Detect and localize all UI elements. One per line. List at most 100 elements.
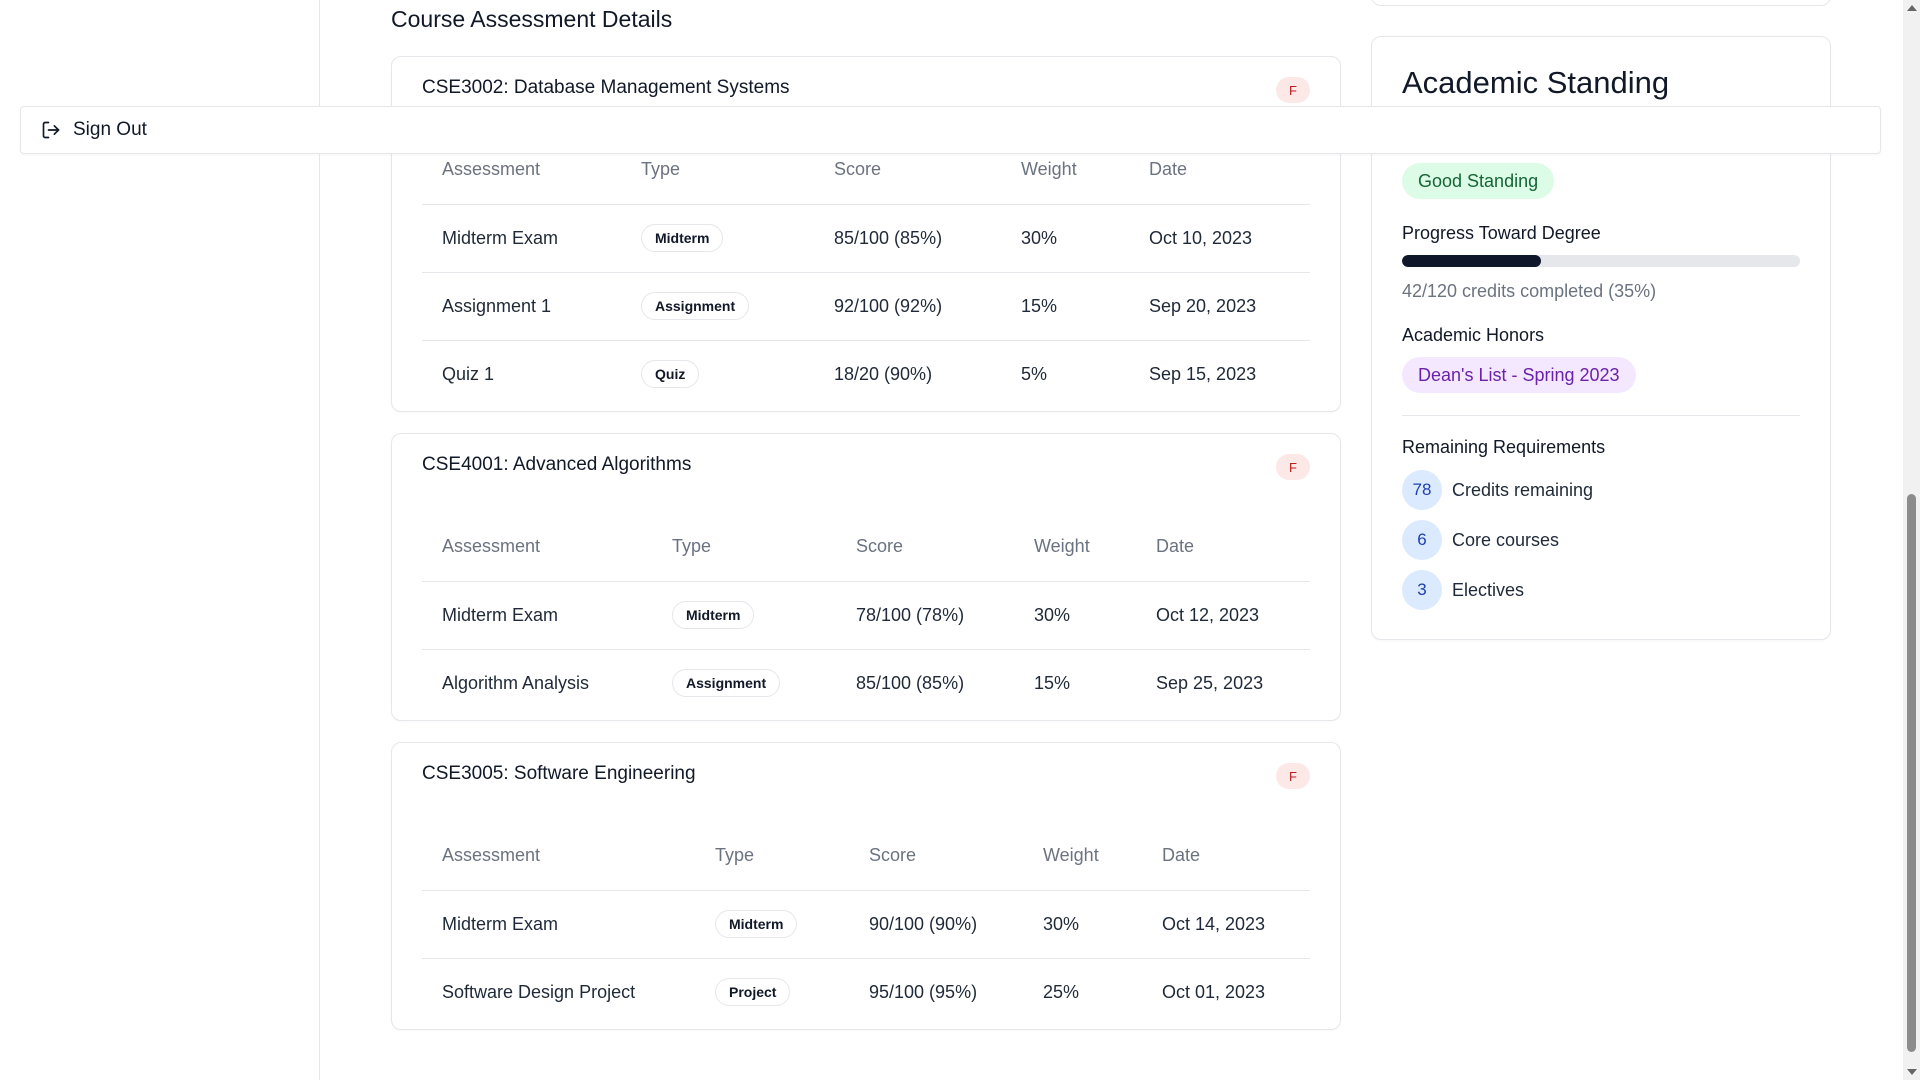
score-cell: 85/100 (85%) xyxy=(814,204,1001,273)
date-cell: Oct 14, 2023 xyxy=(1142,890,1310,959)
sign-out-label: Sign Out xyxy=(73,119,147,140)
honors-label: Academic Honors xyxy=(1402,325,1545,345)
sign-out-icon xyxy=(42,121,60,139)
assessment-table: Assessment Type Score Weight Date Midter… xyxy=(422,136,1310,408)
requirements-label: Remaining Requirements xyxy=(1402,437,1606,457)
standing-status-badge: Good Standing xyxy=(1402,163,1555,199)
scroll-down-arrow-icon[interactable] xyxy=(1907,1069,1917,1075)
type-badge: Midterm xyxy=(641,224,724,252)
type-badge: Quiz xyxy=(641,360,700,389)
date-cell: Oct 12, 2023 xyxy=(1136,581,1310,650)
score-cell: 92/100 (92%) xyxy=(814,272,1001,341)
assessment-name: Midterm Exam xyxy=(422,890,695,959)
previous-card xyxy=(1371,0,1831,6)
date-cell: Sep 25, 2023 xyxy=(1156,672,1264,693)
type-badge: Project xyxy=(715,978,791,1007)
requirement-item: 78 Credits remaining xyxy=(1402,470,1593,510)
grade-badge: F xyxy=(1276,77,1310,103)
type-badge: Midterm xyxy=(715,910,798,938)
grade-badge: F xyxy=(1276,763,1310,789)
requirement-item: 3 Electives xyxy=(1402,570,1524,610)
progress-label: Progress Toward Degree xyxy=(1402,223,1601,243)
weight-cell: 30% xyxy=(1023,890,1142,959)
column-header: Date xyxy=(1142,822,1310,891)
course-title: CSE4001: Advanced Algorithms xyxy=(422,454,692,475)
type-cell: Assignment xyxy=(621,272,814,341)
degree-progress-fill xyxy=(1402,255,1542,267)
date-cell: Sep 15, 2023 xyxy=(1149,363,1257,384)
scrollbar-thumb[interactable] xyxy=(1907,494,1916,1052)
assessment-name: Midterm Exam xyxy=(422,581,652,650)
weight-cell: 15% xyxy=(1034,672,1071,693)
score-cell: 90/100 (90%) xyxy=(849,890,1023,959)
weight-cell: 30% xyxy=(1001,204,1129,273)
type-badge: Assignment xyxy=(672,669,781,698)
requirement-count: 78 xyxy=(1402,470,1442,510)
assessment-table: Assessment Type Score Weight Date Midter… xyxy=(422,513,1310,717)
sidebar xyxy=(0,0,320,1080)
assessment-name: Algorithm Analysis xyxy=(442,672,590,693)
table-row: Algorithm Analysis Assignment 85/100 (85… xyxy=(422,649,1310,717)
date-cell: Sep 20, 2023 xyxy=(1129,272,1310,341)
column-header: Assessment xyxy=(422,513,652,582)
column-header: Assessment xyxy=(422,822,695,891)
column-header: Type xyxy=(695,822,849,891)
table-row: Midterm Exam Midterm 85/100 (85%) 30% Oc… xyxy=(422,204,1310,273)
page-scrollbar[interactable] xyxy=(1903,0,1920,1080)
score-cell: 85/100 (85%) xyxy=(856,672,965,693)
column-header: Date xyxy=(1136,513,1310,582)
type-cell: Midterm xyxy=(652,581,836,650)
course-title: CSE3002: Database Management Systems xyxy=(422,77,790,98)
assessment-table: Assessment Type Score Weight Date Midter… xyxy=(422,822,1310,1026)
score-cell: 18/20 (90%) xyxy=(834,363,933,384)
score-cell: 78/100 (78%) xyxy=(836,581,1014,650)
progress-text: 42/120 credits completed (35%) xyxy=(1402,281,1657,301)
type-cell: Quiz xyxy=(621,340,814,408)
requirement-label: Core courses xyxy=(1452,529,1560,550)
course-card: CSE3005: Software Engineering F Assessme… xyxy=(391,742,1341,1030)
type-badge: Midterm xyxy=(672,601,755,629)
standing-title: Academic Standing xyxy=(1402,65,1670,100)
requirement-item: 6 Core courses xyxy=(1402,520,1559,560)
weight-cell: 25% xyxy=(1043,981,1080,1002)
requirement-label: Credits remaining xyxy=(1452,479,1594,500)
table-header-row: Assessment Type Score Weight Date xyxy=(422,513,1310,582)
table-header-row: Assessment Type Score Weight Date xyxy=(422,822,1310,891)
date-cell: Oct 10, 2023 xyxy=(1129,204,1310,273)
type-cell: Midterm xyxy=(695,890,849,959)
degree-progress-bar xyxy=(1402,255,1800,267)
weight-cell: 15% xyxy=(1001,272,1129,341)
date-cell: Oct 01, 2023 xyxy=(1162,981,1266,1002)
column-header: Type xyxy=(652,513,836,582)
assessment-name: Assignment 1 xyxy=(422,272,621,341)
table-row: Midterm Exam Midterm 90/100 (90%) 30% Oc… xyxy=(422,890,1310,959)
assessment-name: Software Design Project xyxy=(442,981,636,1002)
column-header: Score xyxy=(849,822,1023,891)
table-row: Assignment 1 Assignment 92/100 (92%) 15%… xyxy=(422,272,1310,341)
requirement-count: 3 xyxy=(1402,570,1442,610)
type-badge: Assignment xyxy=(641,292,750,320)
column-header: Weight xyxy=(1014,513,1136,582)
weight-cell: 30% xyxy=(1014,581,1136,650)
assessment-name: Midterm Exam xyxy=(422,204,621,273)
type-cell: Project xyxy=(695,958,849,1026)
column-header: Score xyxy=(836,513,1014,582)
honor-badge: Dean's List - Spring 2023 xyxy=(1402,357,1636,393)
grade-badge: F xyxy=(1276,454,1310,480)
sign-out-button[interactable]: Sign Out xyxy=(20,106,1881,154)
table-row: Quiz 1 Quiz 18/20 (90%) 5% Sep 15, 2023 xyxy=(422,340,1310,408)
column-header: Weight xyxy=(1023,822,1142,891)
table-row: Midterm Exam Midterm 78/100 (78%) 30% Oc… xyxy=(422,581,1310,650)
divider xyxy=(1402,415,1800,416)
scroll-up-arrow-icon[interactable] xyxy=(1907,5,1917,11)
section-title: Course Assessment Details xyxy=(391,6,673,32)
assessment-name: Quiz 1 xyxy=(442,363,495,384)
requirement-count: 6 xyxy=(1402,520,1442,560)
score-cell: 95/100 (95%) xyxy=(869,981,978,1002)
type-cell: Assignment xyxy=(652,649,836,717)
table-row: Software Design Project Project 95/100 (… xyxy=(422,958,1310,1026)
weight-cell: 5% xyxy=(1021,363,1048,384)
type-cell: Midterm xyxy=(621,204,814,273)
course-title: CSE3005: Software Engineering xyxy=(422,763,696,784)
course-card: CSE4001: Advanced Algorithms F Assessmen… xyxy=(391,433,1341,721)
